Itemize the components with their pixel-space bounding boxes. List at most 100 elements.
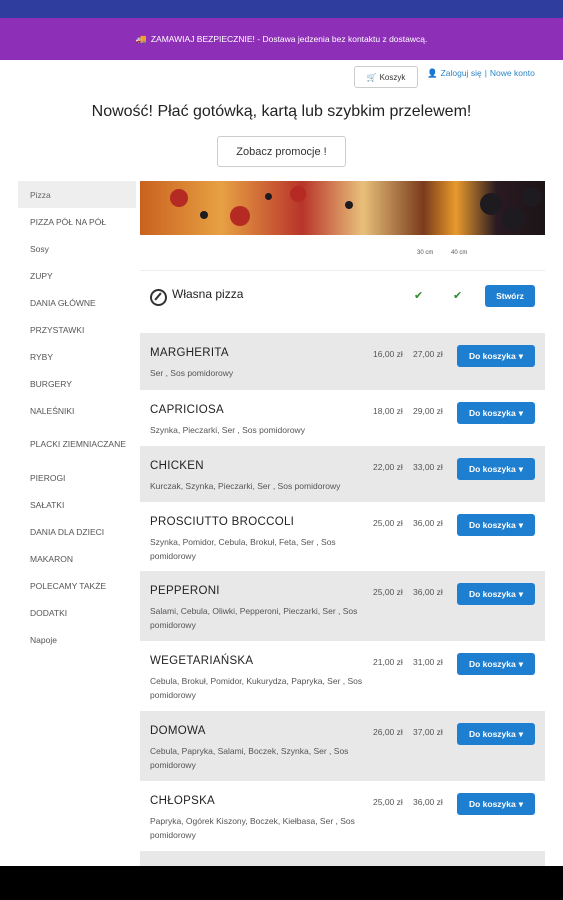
- truck-icon: 🚚: [135, 33, 147, 44]
- add-to-cart-label: Do koszyka: [468, 464, 516, 474]
- category-fish[interactable]: RYBY: [18, 343, 136, 370]
- item-name: CAPRICIOSA: [150, 404, 224, 416]
- compass-icon: [150, 289, 167, 306]
- item-name: DOMOWA: [150, 725, 206, 737]
- item-ingredients: Papryka, Ogórek Kiszony, Boczek, Kiełbas…: [150, 816, 355, 840]
- price-small: 25,00 zł: [373, 518, 403, 528]
- item-ingredients: Kurczak, Szynka, Pieczarki, Ser , Sos po…: [150, 481, 341, 491]
- cart-icon: 🛒: [366, 72, 377, 82]
- menu-item: PROSCIUTTO BROCCOLI Szynka, Pomidor, Ceb…: [140, 502, 545, 571]
- top-color-bar: [0, 0, 563, 18]
- price-large: 36,00 zł: [413, 587, 443, 597]
- category-pancakes[interactable]: NALEŚNIKI: [18, 397, 136, 424]
- menu-item: PEPPERONI Salami, Cebula, Oliwki, Pepper…: [140, 571, 545, 641]
- price-large: 37,00 zł: [413, 727, 443, 737]
- category-pizza[interactable]: Pizza: [18, 181, 136, 208]
- caret-down-icon: ▾: [518, 519, 524, 530]
- add-to-cart-label: Do koszyka: [468, 729, 516, 739]
- pizza-hero-image: [140, 181, 545, 235]
- price-small: 18,00 zł: [373, 406, 403, 416]
- add-to-cart-label: Do koszyka: [468, 799, 516, 809]
- category-recommended[interactable]: POLECAMY TAKŻE: [18, 572, 136, 599]
- create-pizza-button[interactable]: Stwórz: [485, 285, 535, 307]
- item-name: WEGETARIAŃSKA: [150, 655, 254, 667]
- add-to-cart-button[interactable]: Do koszyka ▾: [457, 514, 535, 536]
- category-extras[interactable]: DODATKI: [18, 599, 136, 626]
- cart-button[interactable]: 🛒 Koszyk: [354, 66, 418, 88]
- add-to-cart-label: Do koszyka: [468, 589, 516, 599]
- item-ingredients: Salami, Cebula, Oliwki, Pepperoni, Piecz…: [150, 606, 358, 630]
- add-to-cart-button[interactable]: Do koszyka ▾: [457, 583, 535, 605]
- price-large: 29,00 zł: [413, 406, 443, 416]
- add-to-cart-button[interactable]: Do koszyka ▾: [457, 653, 535, 675]
- add-to-cart-label: Do koszyka: [468, 351, 516, 361]
- check-icon: ✔: [414, 290, 424, 302]
- category-sauces[interactable]: Sosy: [18, 235, 136, 262]
- caret-down-icon: ▾: [518, 658, 524, 669]
- item-name: MARGHERITA: [150, 347, 229, 359]
- caret-down-icon: ▾: [518, 728, 524, 739]
- cart-label: Koszyk: [379, 72, 406, 82]
- add-to-cart-button[interactable]: Do koszyka ▾: [457, 723, 535, 745]
- price-small: 25,00 zł: [373, 797, 403, 807]
- link-separator: |: [484, 68, 487, 78]
- custom-pizza-label: Własna pizza: [172, 287, 244, 301]
- category-starters[interactable]: PRZYSTAWKI: [18, 316, 136, 343]
- item-ingredients: Szynka, Pieczarki, Ser , Sos pomidorowy: [150, 425, 305, 435]
- price-small: 25,00 zł: [373, 587, 403, 597]
- price-large: 27,00 zł: [413, 349, 443, 359]
- item-name: PEPPERONI: [150, 585, 220, 597]
- add-to-cart-label: Do koszyka: [468, 408, 516, 418]
- menu-item: CAPRICIOSA Szynka, Pieczarki, Ser , Sos …: [140, 390, 545, 446]
- category-burgers[interactable]: BURGERY: [18, 370, 136, 397]
- register-link[interactable]: Nowe konto: [490, 68, 535, 79]
- category-pasta[interactable]: MAKARON: [18, 545, 136, 572]
- item-name: CHŁOPSKA: [150, 795, 216, 807]
- system-navigation-bar: [0, 866, 563, 900]
- category-salads[interactable]: SAŁATKI: [18, 491, 136, 518]
- user-icon: 👤: [427, 68, 438, 78]
- account-bar: 🛒 Koszyk 👤 Zaloguj się | Nowe konto: [0, 66, 563, 90]
- price-small: 26,00 zł: [373, 727, 403, 737]
- menu-item: WEGETARIAŃSKA Cebula, Brokuł, Pomidor, K…: [140, 641, 545, 711]
- login-links: 👤 Zaloguj się | Nowe konto: [427, 68, 535, 79]
- caret-down-icon: ▾: [518, 350, 524, 361]
- add-to-cart-label: Do koszyka: [468, 520, 516, 530]
- add-to-cart-button[interactable]: Do koszyka ▾: [457, 458, 535, 480]
- safety-banner: 🚚 ZAMAWIAJ BEZPIECZNIE! - Dostawa jedzen…: [0, 18, 563, 60]
- caret-down-icon: ▾: [518, 798, 524, 809]
- menu-item: CHICKEN Kurczak, Szynka, Pieczarki, Ser …: [140, 446, 545, 502]
- category-main-dishes[interactable]: DANIA GŁÓWNE: [18, 289, 136, 316]
- item-ingredients: Szynka, Pomidor, Cebula, Brokuł, Feta, S…: [150, 537, 336, 561]
- category-pizza-half[interactable]: PIZZA PÓŁ NA PÓŁ: [18, 208, 136, 235]
- add-to-cart-button[interactable]: Do koszyka ▾: [457, 793, 535, 815]
- category-drinks[interactable]: Napoje: [18, 626, 136, 653]
- add-to-cart-button[interactable]: Do koszyka ▾: [457, 345, 535, 367]
- menu-item: DOMOWA Cebula, Papryka, Salami, Boczek, …: [140, 711, 545, 781]
- price-large: 31,00 zł: [413, 657, 443, 667]
- menu-list: Własna pizza ✔ ✔ Stwórz MARGHERITA Ser ,…: [140, 270, 545, 871]
- category-potato-pancakes[interactable]: PLACKI ZIEMNIACZANE: [18, 424, 136, 464]
- check-icon: ✔: [453, 290, 463, 302]
- category-pierogi[interactable]: PIEROGI: [18, 464, 136, 491]
- custom-pizza-row: Własna pizza ✔ ✔ Stwórz: [140, 270, 545, 319]
- add-to-cart-label: Do koszyka: [468, 659, 516, 669]
- item-name: CHICKEN: [150, 460, 204, 472]
- item-ingredients: Cebula, Papryka, Salami, Boczek, Szynka,…: [150, 746, 349, 770]
- caret-down-icon: ▾: [518, 463, 524, 474]
- category-kids[interactable]: DANIA DLA DZIECI: [18, 518, 136, 545]
- login-link[interactable]: Zaloguj się: [441, 68, 482, 79]
- category-soups[interactable]: ZUPY: [18, 262, 136, 289]
- price-large: 36,00 zł: [413, 797, 443, 807]
- caret-down-icon: ▾: [518, 588, 524, 599]
- add-to-cart-button[interactable]: Do koszyka ▾: [457, 402, 535, 424]
- category-sidebar: Pizza PIZZA PÓŁ NA PÓŁ Sosy ZUPY DANIA G…: [18, 181, 136, 653]
- menu-item: CHŁOPSKA Papryka, Ogórek Kiszony, Boczek…: [140, 781, 545, 851]
- size-large-label: 40 cm: [451, 250, 468, 256]
- price-small: 22,00 zł: [373, 462, 403, 472]
- promotions-button[interactable]: Zobacz promocje !: [217, 136, 346, 167]
- item-ingredients: Ser , Sos pomidorowy: [150, 368, 234, 378]
- item-name: PROSCIUTTO BROCCOLI: [150, 516, 295, 528]
- price-large: 33,00 zł: [413, 462, 443, 472]
- page-headline: Nowość! Płać gotówką, kartą lub szybkim …: [91, 103, 472, 120]
